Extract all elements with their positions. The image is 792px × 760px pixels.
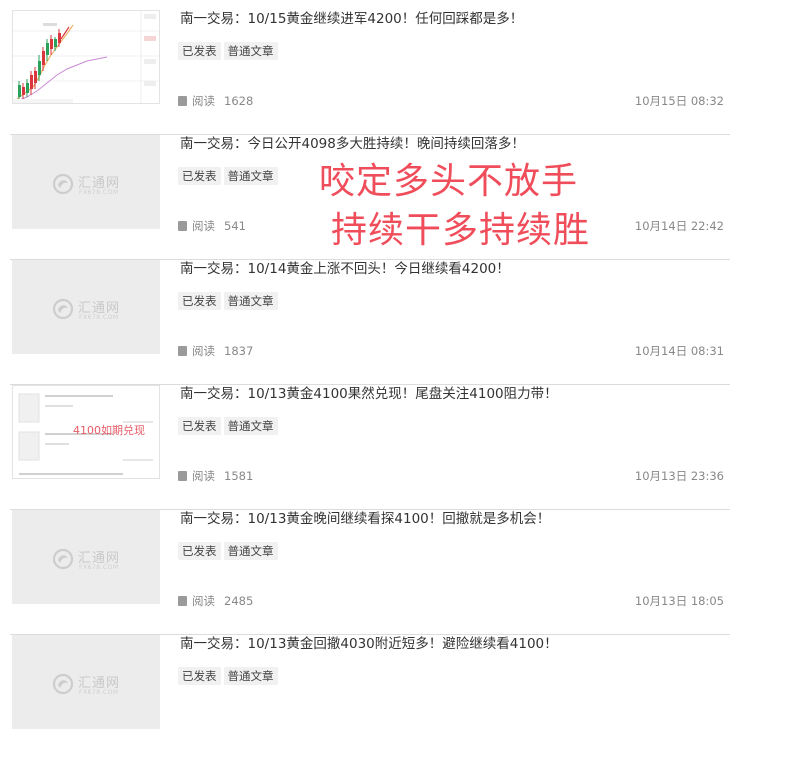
type-tag: 普通文章 xyxy=(223,542,278,560)
read-count: 2485 xyxy=(224,594,254,608)
type-tag: 普通文章 xyxy=(223,292,278,310)
publish-date: 10月13日 23:36 xyxy=(634,469,724,483)
promo-overlay-line1: 咬定多头不放手 xyxy=(319,161,579,202)
publish-date: 10月14日 22:42 xyxy=(634,219,724,233)
fx678-logo-icon xyxy=(52,548,74,570)
type-tag: 普通文章 xyxy=(223,667,278,685)
reads-icon xyxy=(178,596,187,606)
article-tags: 已发表 普通文章 xyxy=(178,665,281,685)
read-stats: 阅读 541 xyxy=(178,219,246,233)
fx678-logo-icon xyxy=(52,673,74,695)
article-thumbnail-chart[interactable] xyxy=(12,10,160,104)
article-tags: 已发表 普通文章 xyxy=(178,540,281,560)
reads-icon xyxy=(178,471,187,481)
read-stats: 阅读 2485 xyxy=(178,594,253,608)
publish-date: 10月13日 18:05 xyxy=(634,594,724,608)
reads-icon xyxy=(178,346,187,356)
fx678-logo-icon xyxy=(52,298,74,320)
read-count: 1628 xyxy=(224,94,254,108)
article-title[interactable]: 南一交易：10/13黄金晚间继续看探4100！回撤就是多机会！ xyxy=(180,510,550,528)
article-title[interactable]: 南一交易：10/15黄金继续进军4200！任何回踩都是多！ xyxy=(180,10,523,28)
article-item[interactable]: 汇通网 FX678.COM 南一交易：10/13黄金晚间继续看探4100！回撤就… xyxy=(10,510,730,635)
fx678-logo: 汇通网 FX678.COM xyxy=(52,296,132,324)
reads-icon xyxy=(178,96,187,106)
article-thumbnail-placeholder[interactable]: 汇通网 FX678.COM xyxy=(12,260,160,354)
type-tag: 普通文章 xyxy=(223,417,278,435)
article-title[interactable]: 南一交易：10/13黄金回撤4030附近短多！避险继续看4100！ xyxy=(180,635,558,653)
read-stats: 阅读 1837 xyxy=(178,344,253,358)
article-tags: 已发表 普通文章 xyxy=(178,165,281,185)
reads-label: 阅读 xyxy=(192,94,215,108)
article-thumbnail-placeholder[interactable]: 汇通网 FX678.COM xyxy=(12,510,160,604)
status-tag: 已发表 xyxy=(178,167,221,185)
read-stats: 阅读 1581 xyxy=(178,469,253,483)
article-title[interactable]: 南一交易：10/13黄金4100果然兑现！尾盘关注4100阻力带！ xyxy=(180,385,558,403)
read-count: 1581 xyxy=(224,469,254,483)
fx678-logo: 汇通网 FX678.COM xyxy=(52,171,132,199)
type-tag: 普通文章 xyxy=(223,42,278,60)
read-count: 1837 xyxy=(224,344,254,358)
candlestick-chart-icon xyxy=(13,11,159,103)
read-count: 541 xyxy=(224,219,246,233)
status-tag: 已发表 xyxy=(178,542,221,560)
fx678-logo: 汇通网 FX678.COM xyxy=(52,671,132,699)
article-item[interactable]: 南一交易：10/15黄金继续进军4200！任何回踩都是多！ 已发表 普通文章 阅读… xyxy=(10,10,730,135)
status-tag: 已发表 xyxy=(178,42,221,60)
article-thumbnail-placeholder[interactable]: 汇通网 FX678.COM xyxy=(12,635,160,729)
article-thumbnail-placeholder[interactable]: 汇通网 FX678.COM xyxy=(12,135,160,229)
article-thumbnail-document[interactable]: 4100如期兑现 xyxy=(12,385,160,479)
article-title[interactable]: 南一交易：10/14黄金上涨不回头！今日继续看4200！ xyxy=(180,260,510,278)
article-item[interactable]: 汇通网 FX678.COM 南一交易：10/13黄金回撤4030附近短多！避险继… xyxy=(10,635,730,760)
status-tag: 已发表 xyxy=(178,292,221,310)
reads-icon xyxy=(178,221,187,231)
article-tags: 已发表 普通文章 xyxy=(178,290,281,310)
reads-label: 阅读 xyxy=(192,594,215,608)
publish-date: 10月14日 08:31 xyxy=(634,344,724,358)
read-stats: 阅读 1628 xyxy=(178,94,253,108)
article-tags: 已发表 普通文章 xyxy=(178,415,281,435)
article-item[interactable]: 4100如期兑现 南一交易：10/13黄金4100果然兑现！尾盘关注4100阻力… xyxy=(10,385,730,510)
publish-date: 10月15日 08:32 xyxy=(634,94,724,108)
fx678-logo: 汇通网 FX678.COM xyxy=(52,546,132,574)
article-item[interactable]: 汇通网 FX678.COM 南一交易：10/14黄金上涨不回头！今日继续看420… xyxy=(10,260,730,385)
status-tag: 已发表 xyxy=(178,667,221,685)
fx678-logo-icon xyxy=(52,173,74,195)
article-tags: 已发表 普通文章 xyxy=(178,40,281,60)
reads-label: 阅读 xyxy=(192,219,215,233)
document-stamp: 4100如期兑现 xyxy=(73,423,145,437)
reads-label: 阅读 xyxy=(192,344,215,358)
type-tag: 普通文章 xyxy=(223,167,278,185)
document-preview-icon: 4100如期兑现 xyxy=(18,393,153,475)
status-tag: 已发表 xyxy=(178,417,221,435)
promo-overlay-line2: 持续干多持续胜 xyxy=(331,210,591,251)
reads-label: 阅读 xyxy=(192,469,215,483)
article-title[interactable]: 南一交易：今日公开4098多大胜持续！晚间持续回落多！ xyxy=(180,135,525,153)
